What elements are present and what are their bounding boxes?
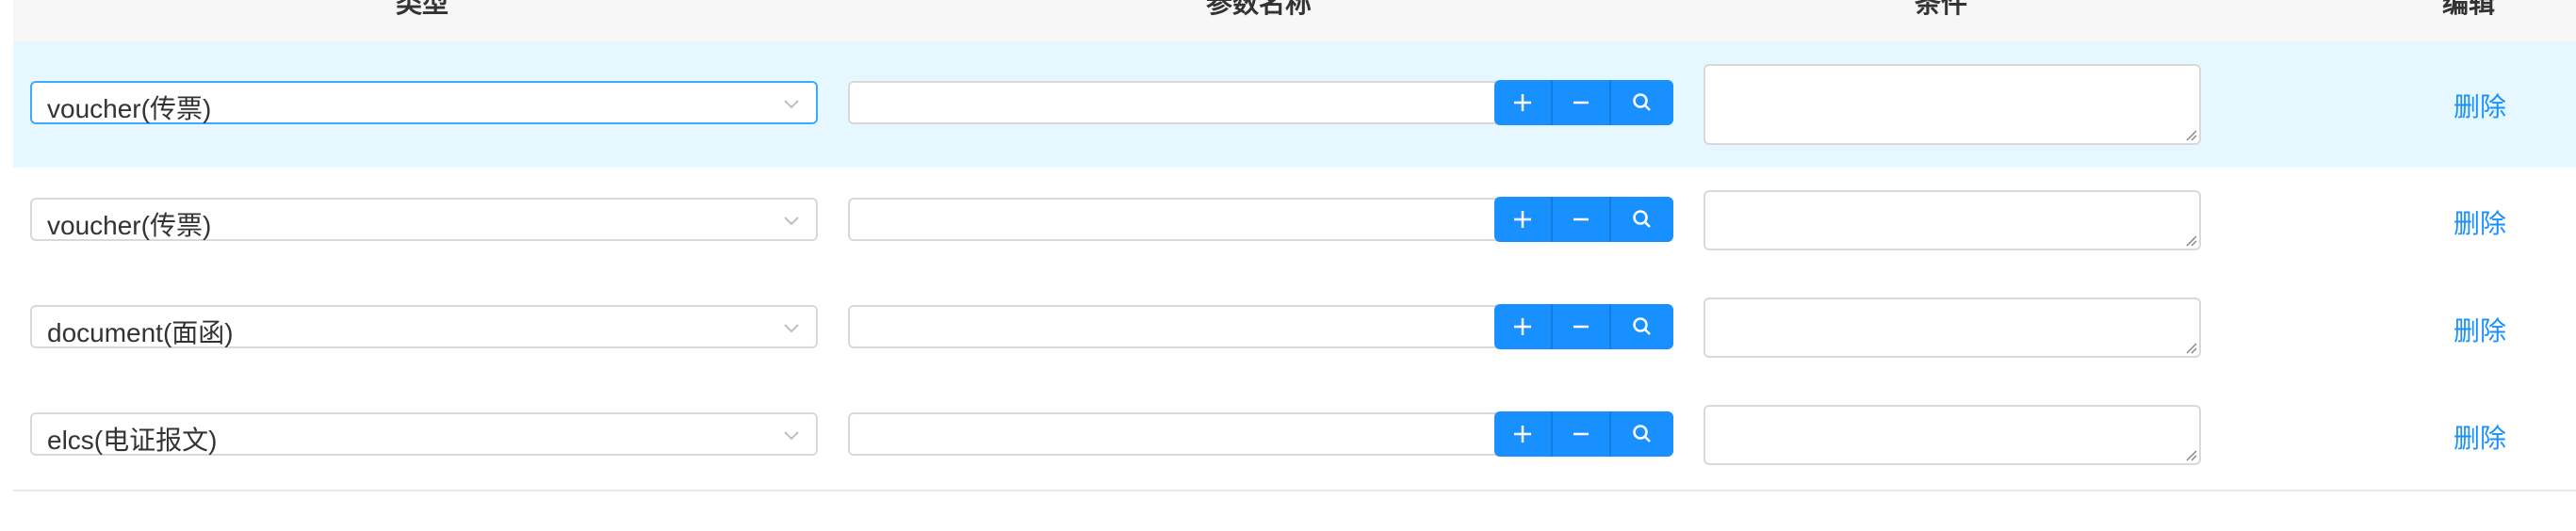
minus-icon — [1573, 101, 1589, 105]
table-row: elcs(电证报文) 删除 — [13, 382, 2576, 491]
param-name-input[interactable] — [848, 412, 1498, 456]
condition-textarea[interactable] — [1704, 190, 2201, 250]
param-name-input[interactable] — [848, 81, 1498, 124]
search-param-button[interactable] — [1611, 197, 1673, 242]
type-select[interactable]: voucher(传票) — [30, 198, 818, 241]
remove-param-button[interactable] — [1553, 304, 1611, 349]
resize-grip-icon[interactable] — [2184, 128, 2197, 141]
param-name-input[interactable] — [848, 198, 1498, 241]
chevron-down-icon — [784, 100, 799, 109]
param-button-group — [1494, 411, 1673, 457]
table-row: voucher(传票) 删除 — [13, 168, 2576, 277]
type-select[interactable]: elcs(电证报文) — [30, 412, 818, 456]
resize-grip-icon[interactable] — [2184, 448, 2197, 461]
param-button-group — [1494, 304, 1673, 349]
type-select-value: voucher(传票) — [47, 211, 212, 240]
search-param-button[interactable] — [1611, 304, 1673, 349]
type-select[interactable]: voucher(传票) — [30, 81, 818, 124]
column-header-param-name: 参数名称 — [1206, 0, 1312, 18]
type-select-value: elcs(电证报文) — [47, 426, 218, 455]
param-button-group — [1494, 197, 1673, 242]
condition-textarea[interactable] — [1704, 64, 2201, 145]
delete-row-link[interactable]: 删除 — [2454, 311, 2506, 348]
add-param-button[interactable] — [1494, 411, 1553, 457]
condition-textarea[interactable] — [1704, 405, 2201, 465]
search-param-button[interactable] — [1611, 80, 1673, 125]
column-header-edit: 编辑 — [2442, 0, 2496, 18]
minus-icon — [1573, 432, 1589, 436]
search-param-button[interactable] — [1611, 411, 1673, 457]
minus-icon — [1573, 217, 1589, 221]
add-param-button[interactable] — [1494, 80, 1553, 125]
column-header-condition: 条件 — [1915, 0, 1968, 18]
add-param-button[interactable] — [1494, 304, 1553, 349]
remove-param-button[interactable] — [1553, 197, 1611, 242]
delete-row-link[interactable]: 删除 — [2454, 203, 2506, 241]
add-param-button[interactable] — [1494, 197, 1553, 242]
plus-icon — [1514, 94, 1531, 111]
remove-param-button[interactable] — [1553, 411, 1611, 457]
chevron-down-icon — [784, 324, 799, 333]
plus-icon — [1514, 211, 1531, 228]
search-icon — [1633, 317, 1651, 335]
table-row: document(面函) 删除 — [13, 275, 2576, 384]
plus-icon — [1514, 426, 1531, 442]
condition-textarea[interactable] — [1704, 298, 2201, 358]
chevron-down-icon — [784, 217, 799, 226]
remove-param-button[interactable] — [1553, 80, 1611, 125]
type-select-value: voucher(传票) — [47, 94, 212, 123]
type-select[interactable]: document(面函) — [30, 305, 818, 348]
table-header: 类型 参数名称 条件 编辑 — [13, 0, 2576, 43]
type-select-value: document(面函) — [47, 318, 234, 347]
column-header-type: 类型 — [396, 0, 449, 18]
search-icon — [1633, 210, 1651, 228]
plus-icon — [1514, 318, 1531, 335]
delete-row-link[interactable]: 删除 — [2454, 87, 2506, 124]
resize-grip-icon[interactable] — [2184, 341, 2197, 354]
search-icon — [1633, 425, 1651, 442]
chevron-down-icon — [784, 431, 799, 441]
param-button-group — [1494, 80, 1673, 125]
delete-row-link[interactable]: 删除 — [2454, 418, 2506, 456]
table-row: voucher(传票) 删除 — [13, 41, 2576, 169]
minus-icon — [1573, 325, 1589, 329]
param-name-input[interactable] — [848, 305, 1498, 348]
search-icon — [1633, 93, 1651, 111]
resize-grip-icon[interactable] — [2184, 233, 2197, 247]
